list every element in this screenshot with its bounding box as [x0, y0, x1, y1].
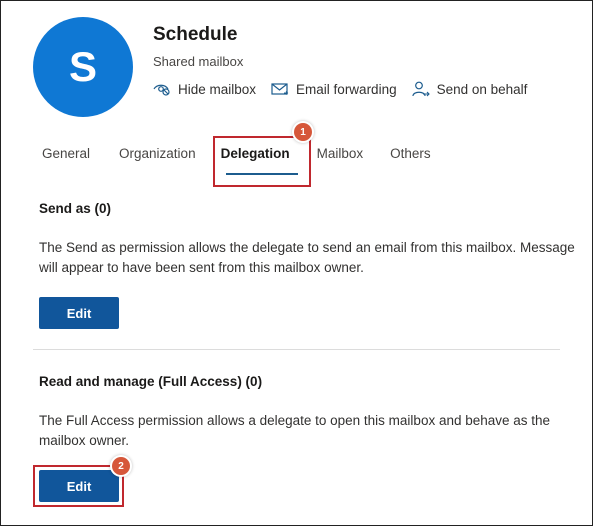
send-on-behalf-icon — [411, 81, 430, 97]
section-divider — [33, 349, 560, 350]
tab-mailbox[interactable]: Mailbox — [307, 146, 375, 161]
callout-badge-2: 2 — [112, 457, 130, 475]
avatar: S — [33, 17, 133, 117]
mailbox-type: Shared mailbox — [153, 54, 244, 69]
send-as-heading: Send as (0) — [39, 201, 112, 216]
tab-organization[interactable]: Organization — [101, 146, 207, 161]
email-forwarding-icon — [271, 83, 289, 95]
email-forwarding-button[interactable]: Email forwarding — [271, 82, 397, 97]
header-actions: Hide mailbox Email forwarding Send on be… — [153, 81, 542, 97]
mailbox-title: Schedule — [153, 24, 238, 45]
hide-mailbox-label: Hide mailbox — [178, 81, 257, 97]
send-as-edit-button[interactable]: Edit — [39, 297, 119, 329]
email-forwarding-label: Email forwarding — [296, 81, 397, 97]
callout-highlight-full-access-edit — [33, 465, 124, 507]
tab-others[interactable]: Others — [374, 146, 442, 161]
callout-highlight-delegation — [213, 136, 311, 187]
hide-mailbox-button[interactable]: Hide mailbox — [153, 82, 256, 97]
avatar-initial: S — [68, 43, 97, 90]
callout-badge-1: 1 — [294, 123, 312, 141]
full-access-heading: Read and manage (Full Access) (0) — [39, 374, 263, 389]
mailbox-details-panel: S Schedule Shared mailbox Hide mailbox E… — [0, 0, 593, 526]
send-on-behalf-label: Send on behalf — [436, 81, 528, 97]
send-on-behalf-button[interactable]: Send on behalf — [411, 81, 528, 97]
tab-general[interactable]: General — [31, 146, 101, 161]
send-as-description: The Send as permission allows the delega… — [39, 240, 575, 275]
full-access-description: The Full Access permission allows a dele… — [39, 413, 551, 448]
hide-mailbox-icon — [153, 84, 170, 96]
